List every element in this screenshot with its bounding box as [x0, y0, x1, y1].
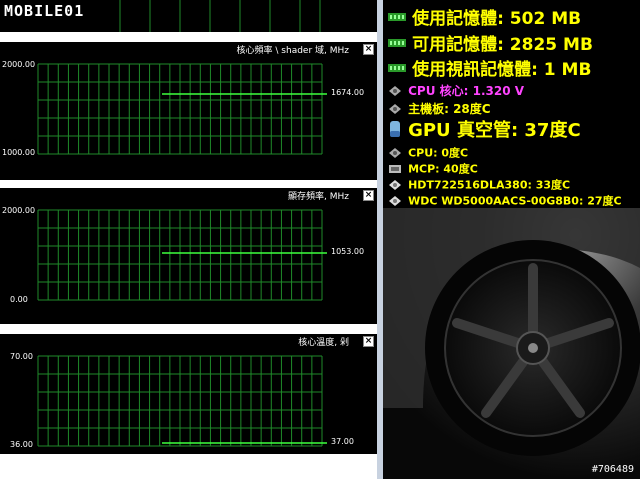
y-min-label: 1000.00 — [2, 148, 36, 157]
y-max-label: 2000.00 — [2, 206, 36, 215]
vram-used-text: 使用視訊記憶體: 1 MB — [412, 60, 592, 80]
panel-memory-clock: 顯存頻率, MHz × 2000.00 0.00 1053.00 — [0, 188, 377, 324]
mobile01-logo: MOBILE01 — [4, 2, 85, 20]
graph-area — [37, 355, 327, 447]
current-value-label: 37.00 — [331, 437, 354, 446]
mem-used-text: 使用記憶體: 502 MB — [412, 9, 582, 29]
motherboard-row: 主機板: 28度C — [387, 98, 491, 117]
car-wheel-image — [383, 208, 640, 479]
panel-core-clock: 核心頻率 \ shader 域, MHz × 2000.00 1000.00 1… — [0, 42, 377, 180]
monitor-window: MOBILE01 核心頻率 \ shader 域, MHz × 2000.00 … — [0, 0, 377, 479]
hdd2-row: WDC WD5000AACS-00G8B0: 27度C — [387, 190, 622, 209]
memory-chip-icon — [388, 63, 406, 72]
hdd2-text: WDC WD5000AACS-00G8B0: 27度C — [408, 194, 622, 208]
cpu-core-row: CPU 核心: 1.320 V — [387, 80, 524, 99]
y-min-label: 36.00 — [10, 440, 33, 449]
current-value-label: 1674.00 — [331, 88, 365, 97]
sensor-panel: 使用記憶體: 502 MB 可用記憶體: 2825 MB 使用視訊記憶體: 1 … — [383, 0, 640, 208]
mem-free-row: 可用記憶體: 2825 MB — [387, 30, 593, 55]
y-max-label: 70.00 — [10, 352, 33, 361]
gpu-tube-icon — [390, 121, 400, 137]
mem-used-row: 使用記憶體: 502 MB — [387, 4, 581, 29]
gpu-vac-row: GPU 真空管: 37度C — [387, 116, 581, 142]
hard-drive-icon — [389, 195, 401, 206]
graph-area — [37, 209, 327, 301]
memory-chip-icon — [388, 38, 406, 47]
current-value-label: 1053.00 — [331, 247, 365, 256]
cpu-core-text: CPU 核心: 1.320 V — [408, 84, 525, 98]
mem-free-text: 可用記憶體: 2825 MB — [412, 35, 593, 55]
hard-drive-icon — [389, 179, 401, 190]
sidebar: 使用記憶體: 502 MB 可用記憶體: 2825 MB 使用視訊記憶體: 1 … — [383, 0, 640, 479]
y-min-label: 0.00 — [10, 295, 28, 304]
vram-used-row: 使用視訊記憶體: 1 MB — [387, 55, 591, 80]
gpu-vac-text: GPU 真空管: 37度C — [408, 120, 581, 141]
image-id-watermark: #706489 — [591, 464, 634, 475]
motherboard-text: 主機板: 28度C — [408, 102, 491, 116]
voltage-icon — [389, 85, 401, 96]
graph-area — [37, 63, 327, 155]
desktop-wallpaper: #706489 — [383, 208, 640, 479]
panel-core-temp: 核心溫度, 剁 × 70.00 36.00 37.00 — [0, 334, 377, 454]
cpu-icon — [389, 147, 401, 158]
chipset-icon — [389, 164, 401, 173]
top-strip: MOBILE01 — [0, 0, 377, 32]
y-max-label: 2000.00 — [2, 60, 36, 69]
memory-chip-icon — [388, 12, 406, 21]
motherboard-icon — [389, 103, 401, 114]
